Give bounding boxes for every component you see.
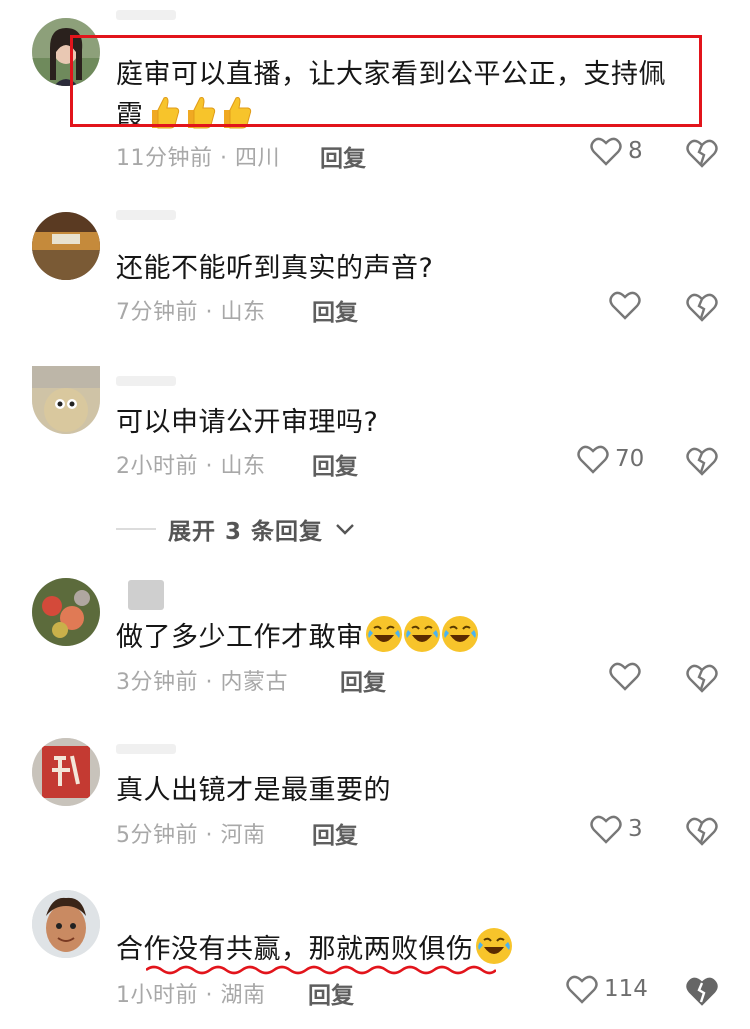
like-button[interactable]: 8 [590, 136, 643, 166]
avatar[interactable] [32, 890, 100, 958]
broken-heart-icon[interactable] [686, 446, 718, 476]
avatar[interactable] [32, 578, 100, 646]
comment-meta: 11分钟前 · 四川 [116, 146, 280, 171]
laughing-tears-icon [475, 928, 512, 964]
like-button[interactable]: 3 [590, 814, 643, 844]
reply-button[interactable]: 回复 [312, 447, 358, 481]
username-blurred [116, 376, 176, 386]
laughing-tears-icon [365, 616, 402, 652]
username-blurred [116, 210, 176, 220]
reply-button[interactable]: 回复 [312, 816, 358, 850]
broken-heart-icon[interactable] [686, 976, 718, 1006]
heart-icon [609, 291, 641, 320]
reply-button[interactable]: 回复 [312, 293, 358, 327]
username-blurred [128, 580, 164, 610]
laughing-tears-icon [403, 616, 440, 652]
heart-icon [566, 975, 598, 1004]
comment-meta: 7分钟前 · 山东 [116, 300, 266, 325]
reply-button[interactable]: 回复 [340, 663, 386, 697]
like-button[interactable]: 70 [577, 444, 644, 474]
like-count: 70 [615, 446, 645, 472]
divider [116, 528, 156, 530]
comment-text: 还能不能听到真实的声音? [116, 253, 434, 284]
broken-heart-icon[interactable] [686, 292, 718, 322]
highlight-box [70, 35, 702, 127]
heart-icon [609, 662, 641, 691]
broken-heart-icon[interactable] [686, 816, 718, 846]
heart-icon [590, 137, 622, 166]
broken-heart-icon[interactable] [686, 663, 718, 693]
wavy-underline [146, 965, 496, 975]
like-count: 8 [628, 138, 643, 164]
broken-heart-icon[interactable] [686, 138, 718, 168]
comment-text: 做了多少工作才敢审 [116, 616, 478, 657]
avatar[interactable] [32, 212, 100, 280]
chevron-down-icon [336, 524, 354, 535]
heart-icon [577, 445, 609, 474]
username-blurred [116, 10, 176, 20]
like-button[interactable] [609, 661, 647, 691]
reply-button[interactable]: 回复 [320, 139, 366, 173]
comment-meta: 1小时前 · 湖南 [116, 983, 266, 1008]
avatar[interactable] [32, 738, 100, 806]
like-button[interactable]: 114 [566, 974, 648, 1004]
like-button[interactable] [609, 290, 647, 320]
laughing-tears-icon [441, 616, 478, 652]
reply-button[interactable]: 回复 [308, 976, 354, 1010]
comment-text: 合作没有共赢，那就两败俱伤 [116, 928, 512, 969]
like-count: 114 [604, 976, 648, 1002]
comment-text: 可以申请公开审理吗? [116, 407, 379, 438]
expand-replies-button[interactable]: 展开 3 条回复 [116, 512, 355, 546]
comment-meta: 5分钟前 · 河南 [116, 823, 266, 848]
like-count: 3 [628, 816, 643, 842]
comment-text: 真人出镜才是最重要的 [116, 775, 391, 806]
comment-meta: 2小时前 · 山东 [116, 454, 266, 479]
avatar[interactable] [32, 366, 100, 434]
expand-replies-label: 展开 3 条回复 [168, 519, 324, 545]
comment-meta: 3分钟前 · 内蒙古 [116, 670, 288, 695]
username-blurred [116, 744, 176, 754]
heart-icon [590, 815, 622, 844]
